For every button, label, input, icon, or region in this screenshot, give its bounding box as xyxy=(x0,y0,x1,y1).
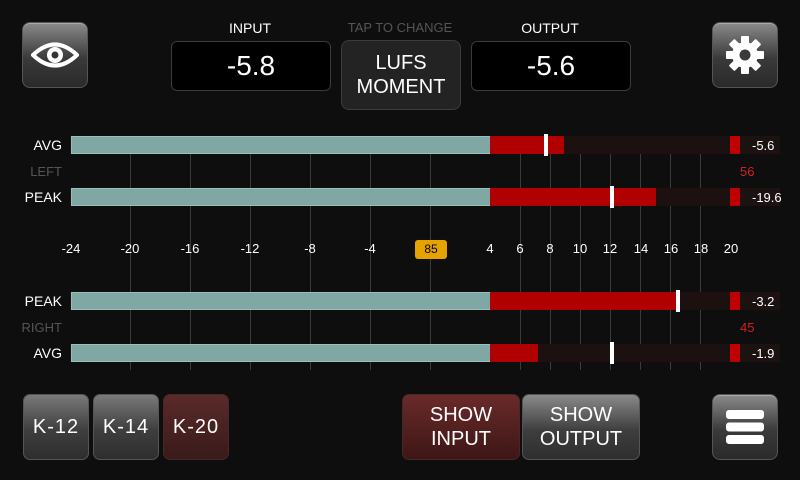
scale-tick: -24 xyxy=(61,241,81,256)
show-output-line1: SHOW xyxy=(549,404,613,426)
k14-button[interactable]: K-14 xyxy=(93,394,159,460)
right-avg-bar xyxy=(71,344,491,362)
right-peak-clip-indicator xyxy=(730,292,740,310)
mode-line2: MOMENT xyxy=(356,76,446,98)
left-peak-hold xyxy=(610,186,614,208)
left-peak-label: PEAK xyxy=(24,189,62,205)
left-avg-bar xyxy=(71,136,491,154)
left-peak-clip-indicator xyxy=(730,188,740,206)
input-readout: -5.8 xyxy=(171,41,331,91)
show-input-line2: INPUT xyxy=(431,428,491,450)
right-peak-label: PEAK xyxy=(24,293,62,309)
right-channel-value: 45 xyxy=(740,320,755,335)
scale-tick: 20 xyxy=(723,241,739,256)
gear-icon xyxy=(726,36,764,74)
show-input-button[interactable]: SHOW INPUT xyxy=(402,394,520,460)
tap-hint: TAP TO CHANGE xyxy=(347,20,453,35)
scale-tick: -12 xyxy=(240,241,260,256)
left-peak-bar-hot xyxy=(490,188,656,206)
scale-tick: -4 xyxy=(364,241,376,256)
right-avg-value: -1.9 xyxy=(752,346,775,361)
mode-line1: LUFS xyxy=(375,52,427,74)
settings-button[interactable] xyxy=(712,22,778,88)
k12-button[interactable]: K-12 xyxy=(23,394,89,460)
left-peak-value: -19.6 xyxy=(752,190,782,205)
left-avg-peak-hold xyxy=(544,134,548,156)
left-peak-bar xyxy=(71,188,491,206)
scale-tick: -20 xyxy=(120,241,140,256)
show-input-line1: SHOW xyxy=(429,404,493,426)
right-avg-clip-indicator xyxy=(730,344,740,362)
scale-tick: -16 xyxy=(180,241,200,256)
show-output-button[interactable]: SHOW OUTPUT xyxy=(522,394,640,460)
left-avg-value: -5.6 xyxy=(752,138,775,153)
left-channel-label: LEFT xyxy=(30,164,62,179)
right-peak-value: -3.2 xyxy=(752,294,775,309)
reference-level-badge[interactable]: 85 xyxy=(415,240,447,259)
output-label: OUTPUT xyxy=(521,20,579,36)
right-avg-peak-hold xyxy=(610,342,614,364)
right-peak-bar xyxy=(71,292,491,310)
scale-tick: -8 xyxy=(304,241,316,256)
input-label: INPUT xyxy=(229,20,271,36)
view-toggle-button[interactable] xyxy=(22,22,88,88)
show-output-line2: OUTPUT xyxy=(539,428,623,450)
left-channel-value: 56 xyxy=(740,164,755,179)
output-readout: -5.6 xyxy=(471,41,631,91)
k20-button[interactable]: K-20 xyxy=(163,394,229,460)
right-peak-bar-hot xyxy=(490,292,676,310)
left-avg-clip-indicator xyxy=(730,136,740,154)
left-avg-label: AVG xyxy=(33,137,62,153)
right-channel-label: RIGHT xyxy=(21,320,62,335)
right-avg-label: AVG xyxy=(33,345,62,361)
right-peak-hold xyxy=(676,290,680,312)
left-avg-bar-hot xyxy=(490,136,564,154)
menu-button[interactable] xyxy=(712,394,778,460)
eye-icon xyxy=(31,42,79,68)
meter-mode-button[interactable]: LUFS MOMENT xyxy=(341,40,461,110)
right-avg-bar-hot xyxy=(490,344,538,362)
menu-icon xyxy=(726,410,764,444)
